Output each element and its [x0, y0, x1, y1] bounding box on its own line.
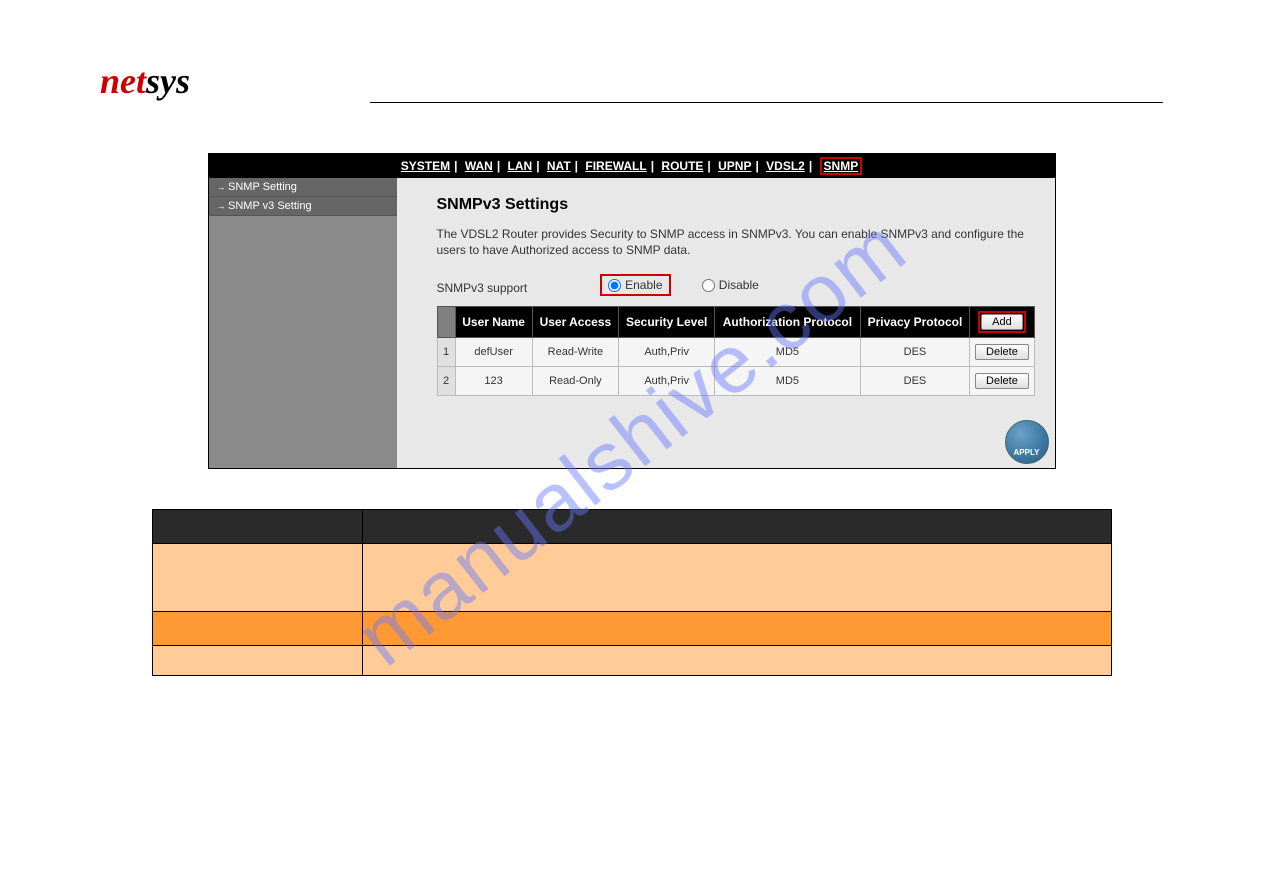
page-description: The VDSL2 Router provides Security to SN…	[437, 226, 1035, 258]
cell-access: Read-Write	[532, 338, 618, 367]
col-privprotocol: Privacy Protocol	[860, 307, 970, 338]
col-securitylevel: Security Level	[619, 307, 715, 338]
nav-firewall[interactable]: FIREWALL	[585, 159, 646, 173]
cell-auth: MD5	[715, 338, 860, 367]
delete-button[interactable]: Delete	[975, 344, 1029, 360]
snmp-users-table: User Name User Access Security Level Aut…	[437, 306, 1035, 396]
apply-button[interactable]: APPLY	[1005, 420, 1049, 464]
cell-access: Read-Only	[532, 367, 618, 396]
add-button[interactable]: Add	[981, 314, 1023, 330]
sidebar-item-snmp-setting[interactable]: SNMP Setting	[209, 178, 397, 197]
nav-nat[interactable]: NAT	[547, 159, 571, 173]
cell-sec: Auth,Priv	[619, 338, 715, 367]
param-row	[152, 646, 1111, 676]
nav-lan[interactable]: LAN	[508, 159, 533, 173]
disable-label: Disable	[719, 278, 759, 292]
sidebar: SNMP Setting SNMP v3 Setting	[209, 178, 397, 468]
snmpv3-support-row: SNMPv3 support Enable Disable	[437, 274, 1035, 296]
col-useraccess: User Access	[532, 307, 618, 338]
nav-system[interactable]: SYSTEM	[401, 159, 450, 173]
table-row: 2 123 Read-Only Auth,Priv MD5 DES Delete	[437, 367, 1034, 396]
cell-action: Delete	[970, 338, 1034, 367]
page-title: SNMPv3 Settings	[437, 196, 1035, 214]
router-admin-panel: SYSTEM| WAN| LAN| NAT| FIREWALL| ROUTE| …	[208, 153, 1056, 469]
support-label: SNMPv3 support	[437, 281, 597, 295]
nav-vdsl2[interactable]: VDSL2	[766, 159, 805, 173]
cell-user: defUser	[455, 338, 532, 367]
nav-upnp[interactable]: UPNP	[718, 159, 751, 173]
col-authprotocol: Authorization Protocol	[715, 307, 860, 338]
divider	[370, 102, 1163, 103]
cell-user: 123	[455, 367, 532, 396]
disable-radio[interactable]	[702, 279, 715, 292]
cell-sec: Auth,Priv	[619, 367, 715, 396]
param-row	[152, 612, 1111, 646]
param-header-2	[362, 510, 1111, 544]
sidebar-item-snmp-v3-setting[interactable]: SNMP v3 Setting	[209, 197, 397, 216]
enable-label: Enable	[625, 278, 662, 292]
top-nav: SYSTEM| WAN| LAN| NAT| FIREWALL| ROUTE| …	[209, 154, 1055, 178]
table-row: 1 defUser Read-Write Auth,Priv MD5 DES D…	[437, 338, 1034, 367]
nav-snmp[interactable]: SNMP	[824, 159, 859, 173]
disable-radio-group[interactable]: Disable	[696, 276, 765, 294]
enable-radio[interactable]	[608, 279, 621, 292]
cell-idx: 2	[437, 367, 455, 396]
nav-wan[interactable]: WAN	[465, 159, 493, 173]
delete-button[interactable]: Delete	[975, 373, 1029, 389]
param-header-1	[152, 510, 362, 544]
cell-priv: DES	[860, 338, 970, 367]
col-index	[437, 307, 455, 338]
col-username: User Name	[455, 307, 532, 338]
cell-priv: DES	[860, 367, 970, 396]
logo: netsys	[100, 60, 1163, 102]
parameter-table	[152, 509, 1112, 676]
cell-action: Delete	[970, 367, 1034, 396]
cell-auth: MD5	[715, 367, 860, 396]
enable-radio-group[interactable]: Enable	[600, 274, 670, 296]
content-area: SNMPv3 Settings The VDSL2 Router provide…	[397, 178, 1055, 468]
param-row	[152, 544, 1111, 612]
nav-route[interactable]: ROUTE	[661, 159, 703, 173]
cell-idx: 1	[437, 338, 455, 367]
col-action: Add	[970, 307, 1034, 338]
